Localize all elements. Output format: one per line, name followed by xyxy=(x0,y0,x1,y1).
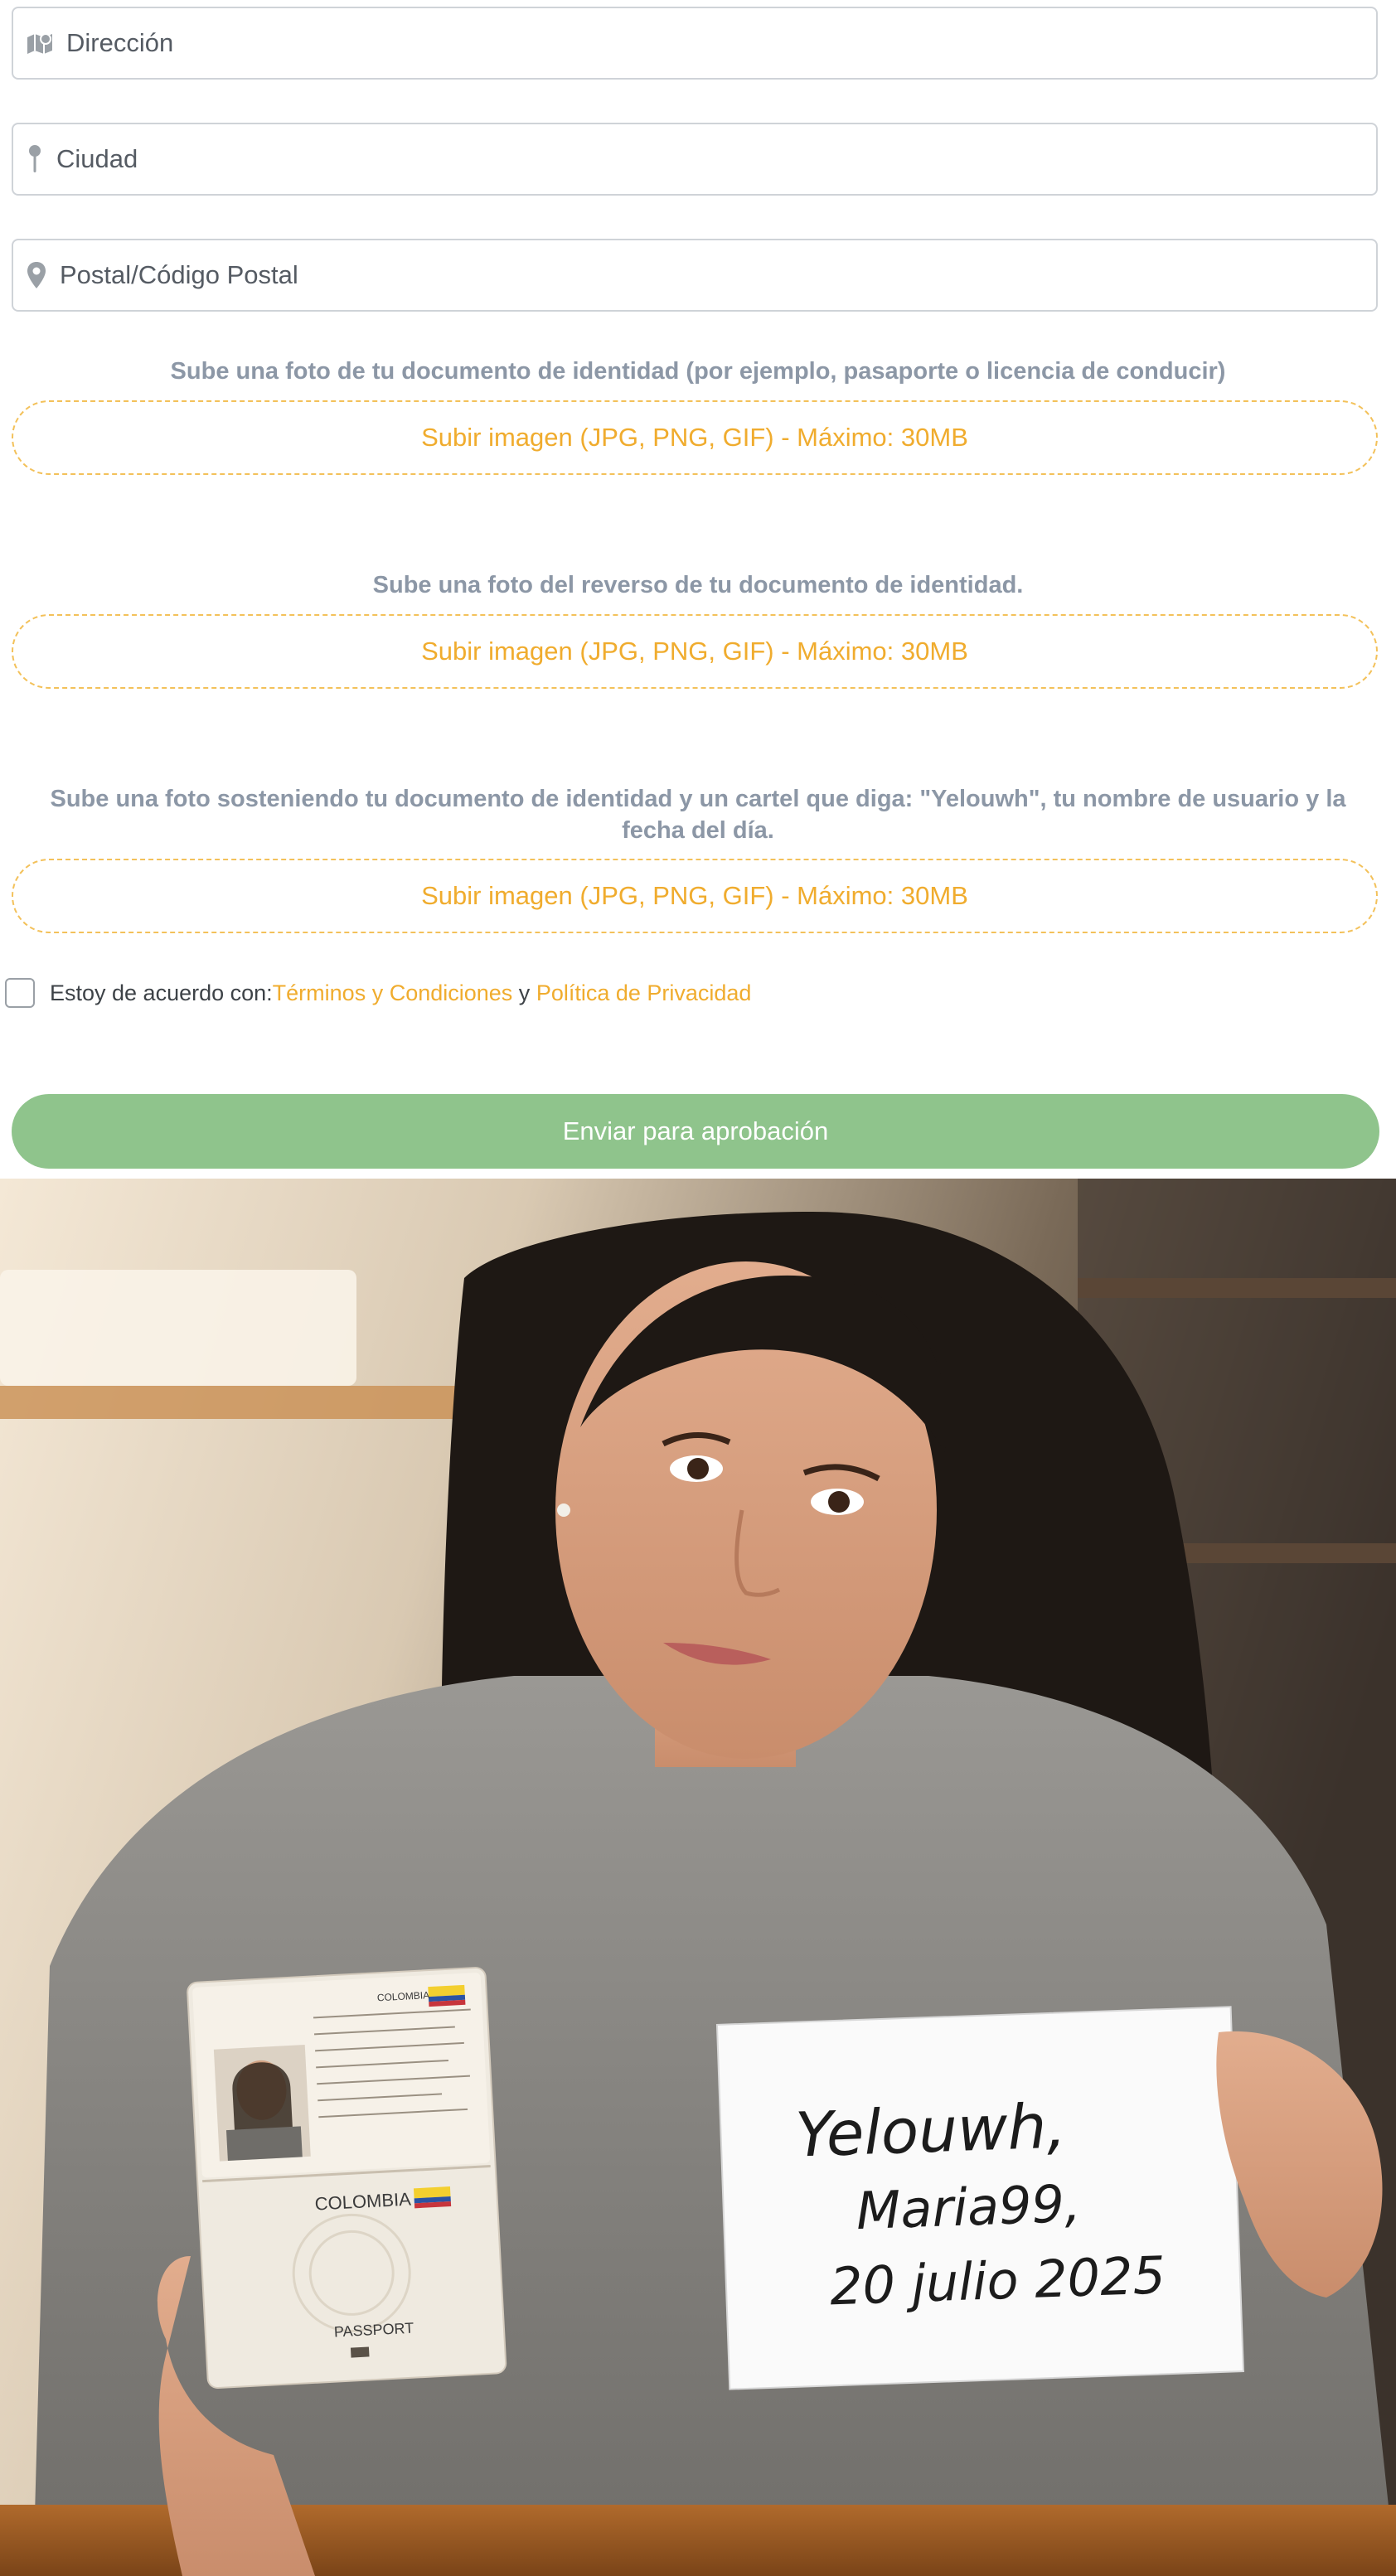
terms-checkbox[interactable] xyxy=(5,978,35,1008)
submit-approval-button[interactable]: Enviar para aprobación xyxy=(12,1094,1379,1169)
sign-line-3: 20 julio 2025 xyxy=(829,2244,1166,2317)
postal-placeholder: Postal/Código Postal xyxy=(60,260,298,289)
map-icon xyxy=(13,31,66,56)
upload-back-button[interactable]: Subir imagen (JPG, PNG, GIF) - Máximo: 3… xyxy=(12,614,1378,689)
right-iris xyxy=(828,1491,850,1513)
postal-code-input[interactable]: Postal/Código Postal xyxy=(12,239,1378,312)
agree-joiner: y xyxy=(512,980,536,1005)
window-light xyxy=(0,1270,356,1386)
location-marker-icon xyxy=(13,261,60,289)
sign-line-1: Yelouwh, xyxy=(794,2090,1067,2171)
shelf-board xyxy=(1078,1278,1396,1298)
verification-form: Dirección Ciudad Postal/Código Postal Su… xyxy=(0,0,1396,1177)
left-iris xyxy=(687,1458,709,1479)
address-input[interactable]: Dirección xyxy=(12,7,1378,80)
earring xyxy=(557,1503,570,1517)
terms-link[interactable]: Términos y Condiciones xyxy=(273,981,513,1006)
city-input[interactable]: Ciudad xyxy=(12,123,1378,196)
city-placeholder: Ciudad xyxy=(56,144,138,173)
agree-prefix: Estoy de acuerdo con: xyxy=(50,980,273,1005)
upload-selfie-button[interactable]: Subir imagen (JPG, PNG, GIF) - Máximo: 3… xyxy=(12,859,1378,933)
handwritten-sign: Yelouwh, Maria99, 20 julio 2025 xyxy=(715,2006,1244,2390)
privacy-link[interactable]: Política de Privacidad xyxy=(536,981,752,1006)
upload-back-label: Sube una foto del reverso de tu document… xyxy=(372,572,1024,598)
passport: COLOMBIA COLOMBIA PASSPORT xyxy=(187,1967,507,2390)
terms-agreement: Estoy de acuerdo con: Términos y Condici… xyxy=(5,976,751,1010)
address-placeholder: Dirección xyxy=(66,28,174,57)
shelf-left xyxy=(0,1386,497,1419)
upload-selfie-label: Sube una foto sosteniendo tu documento d… xyxy=(50,786,1346,844)
selfie-example-photo: COLOMBIA COLOMBIA PASSPORT Yelouwh, Mari… xyxy=(0,1179,1396,2576)
pin-icon xyxy=(13,144,56,174)
upload-front-label: Sube una foto de tu documento de identid… xyxy=(170,358,1226,385)
sign-line-2: Maria99, xyxy=(856,2173,1082,2241)
upload-front-button[interactable]: Subir imagen (JPG, PNG, GIF) - Máximo: 3… xyxy=(12,400,1378,475)
